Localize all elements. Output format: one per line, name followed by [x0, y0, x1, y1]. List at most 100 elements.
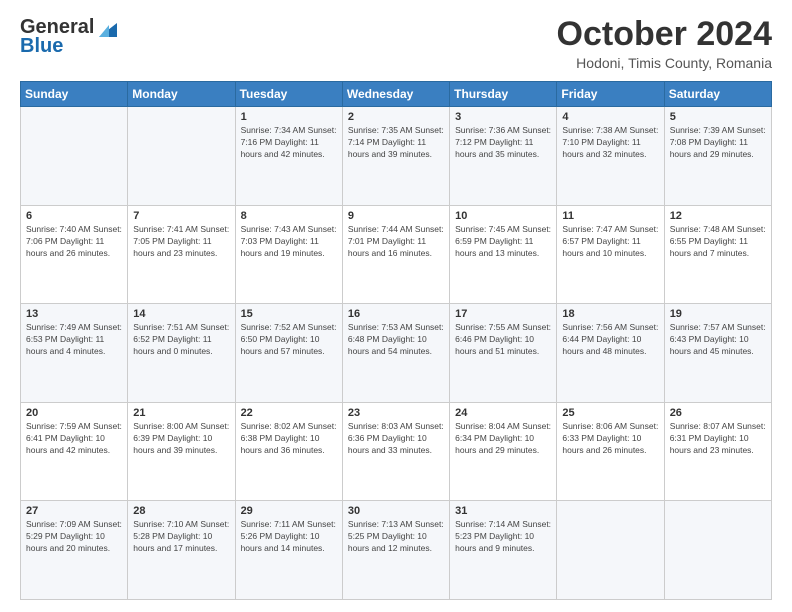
day-number: 25: [562, 407, 658, 419]
calendar-cell: 16 Sunrise: 7:53 AM Sunset: 6:48 PM Dayli…: [342, 304, 449, 403]
header: General Blue October 2024 Hodoni, Timis …: [20, 16, 772, 71]
day-info: Sunrise: 7:41 AM Sunset: 7:05 PM Dayligh…: [133, 224, 229, 260]
day-info: Sunrise: 8:03 AM Sunset: 6:36 PM Dayligh…: [348, 421, 444, 457]
day-info: Sunrise: 7:44 AM Sunset: 7:01 PM Dayligh…: [348, 224, 444, 260]
day-number: 31: [455, 505, 551, 517]
day-info: Sunrise: 7:40 AM Sunset: 7:06 PM Dayligh…: [26, 224, 122, 260]
day-number: 6: [26, 210, 122, 222]
day-number: 3: [455, 111, 551, 123]
calendar-cell: 30 Sunrise: 7:13 AM Sunset: 5:25 PM Dayli…: [342, 501, 449, 600]
calendar-week-5: 27 Sunrise: 7:09 AM Sunset: 5:29 PM Dayli…: [21, 501, 772, 600]
day-number: 4: [562, 111, 658, 123]
day-info: Sunrise: 7:38 AM Sunset: 7:10 PM Dayligh…: [562, 125, 658, 161]
day-info: Sunrise: 7:39 AM Sunset: 7:08 PM Dayligh…: [670, 125, 766, 161]
day-info: Sunrise: 7:52 AM Sunset: 6:50 PM Dayligh…: [241, 322, 337, 358]
day-number: 17: [455, 308, 551, 320]
calendar-cell: 23 Sunrise: 8:03 AM Sunset: 6:36 PM Dayli…: [342, 402, 449, 501]
day-number: 19: [670, 308, 766, 320]
day-number: 27: [26, 505, 122, 517]
day-info: Sunrise: 7:34 AM Sunset: 7:16 PM Dayligh…: [241, 125, 337, 161]
calendar-cell: 7 Sunrise: 7:41 AM Sunset: 7:05 PM Daylig…: [128, 205, 235, 304]
calendar-cell: 15 Sunrise: 7:52 AM Sunset: 6:50 PM Dayli…: [235, 304, 342, 403]
day-number: 5: [670, 111, 766, 123]
day-info: Sunrise: 7:53 AM Sunset: 6:48 PM Dayligh…: [348, 322, 444, 358]
day-number: 20: [26, 407, 122, 419]
day-number: 23: [348, 407, 444, 419]
column-header-thursday: Thursday: [450, 82, 557, 107]
column-header-friday: Friday: [557, 82, 664, 107]
calendar-cell: 3Sunrise: 7:36 AM Sunset: 7:12 PM Daylig…: [450, 107, 557, 206]
day-number: 9: [348, 210, 444, 222]
calendar-week-1: 1 Sunrise: 7:34 AM Sunset: 7:16 PM Daylig…: [21, 107, 772, 206]
calendar-cell: 4 Sunrise: 7:38 AM Sunset: 7:10 PM Daylig…: [557, 107, 664, 206]
title-area: October 2024 Hodoni, Timis County, Roman…: [557, 16, 772, 71]
day-number: 1: [241, 111, 337, 123]
day-info: Sunrise: 8:02 AM Sunset: 6:38 PM Dayligh…: [241, 421, 337, 457]
calendar-cell: 10Sunrise: 7:45 AM Sunset: 6:59 PM Dayli…: [450, 205, 557, 304]
calendar-cell: 26 Sunrise: 8:07 AM Sunset: 6:31 PM Dayli…: [664, 402, 771, 501]
calendar-cell: 22 Sunrise: 8:02 AM Sunset: 6:38 PM Dayli…: [235, 402, 342, 501]
day-info: Sunrise: 7:35 AM Sunset: 7:14 PM Dayligh…: [348, 125, 444, 161]
calendar-table: SundayMondayTuesdayWednesdayThursdayFrid…: [20, 81, 772, 600]
day-number: 18: [562, 308, 658, 320]
day-number: 15: [241, 308, 337, 320]
calendar-cell: 8Sunrise: 7:43 AM Sunset: 7:03 PM Daylig…: [235, 205, 342, 304]
column-header-tuesday: Tuesday: [235, 82, 342, 107]
calendar-cell: 11Sunrise: 7:47 AM Sunset: 6:57 PM Dayli…: [557, 205, 664, 304]
logo-blue: Blue: [20, 35, 63, 58]
day-number: 11: [562, 210, 658, 222]
day-info: Sunrise: 7:56 AM Sunset: 6:44 PM Dayligh…: [562, 322, 658, 358]
day-info: Sunrise: 7:49 AM Sunset: 6:53 PM Dayligh…: [26, 322, 122, 358]
day-info: Sunrise: 7:13 AM Sunset: 5:25 PM Dayligh…: [348, 519, 444, 555]
day-number: 14: [133, 308, 229, 320]
day-number: 30: [348, 505, 444, 517]
calendar-cell: 20 Sunrise: 7:59 AM Sunset: 6:41 PM Dayli…: [21, 402, 128, 501]
page: General Blue October 2024 Hodoni, Timis …: [0, 0, 792, 612]
calendar-cell: 1 Sunrise: 7:34 AM Sunset: 7:16 PM Daylig…: [235, 107, 342, 206]
day-number: 29: [241, 505, 337, 517]
logo-icon: [95, 19, 117, 37]
day-number: 24: [455, 407, 551, 419]
day-info: Sunrise: 7:59 AM Sunset: 6:41 PM Dayligh…: [26, 421, 122, 457]
calendar-cell: 13 Sunrise: 7:49 AM Sunset: 6:53 PM Dayli…: [21, 304, 128, 403]
day-info: Sunrise: 7:11 AM Sunset: 5:26 PM Dayligh…: [241, 519, 337, 555]
calendar-week-4: 20 Sunrise: 7:59 AM Sunset: 6:41 PM Dayli…: [21, 402, 772, 501]
day-number: 12: [670, 210, 766, 222]
calendar-cell: 2 Sunrise: 7:35 AM Sunset: 7:14 PM Daylig…: [342, 107, 449, 206]
calendar-cell: [664, 501, 771, 600]
calendar-cell: 31Sunrise: 7:14 AM Sunset: 5:23 PM Dayli…: [450, 501, 557, 600]
day-number: 21: [133, 407, 229, 419]
day-info: Sunrise: 7:45 AM Sunset: 6:59 PM Dayligh…: [455, 224, 551, 260]
day-info: Sunrise: 7:10 AM Sunset: 5:28 PM Dayligh…: [133, 519, 229, 555]
calendar-cell: 28 Sunrise: 7:10 AM Sunset: 5:28 PM Dayli…: [128, 501, 235, 600]
day-number: 22: [241, 407, 337, 419]
day-number: 7: [133, 210, 229, 222]
calendar-week-2: 6 Sunrise: 7:40 AM Sunset: 7:06 PM Daylig…: [21, 205, 772, 304]
day-number: 26: [670, 407, 766, 419]
day-number: 2: [348, 111, 444, 123]
column-header-sunday: Sunday: [21, 82, 128, 107]
column-header-saturday: Saturday: [664, 82, 771, 107]
day-info: Sunrise: 7:09 AM Sunset: 5:29 PM Dayligh…: [26, 519, 122, 555]
logo: General Blue: [20, 16, 118, 58]
day-info: Sunrise: 7:43 AM Sunset: 7:03 PM Dayligh…: [241, 224, 337, 260]
day-info: Sunrise: 7:55 AM Sunset: 6:46 PM Dayligh…: [455, 322, 551, 358]
calendar-cell: 25Sunrise: 8:06 AM Sunset: 6:33 PM Dayli…: [557, 402, 664, 501]
calendar-cell: 17 Sunrise: 7:55 AM Sunset: 6:46 PM Dayli…: [450, 304, 557, 403]
day-number: 28: [133, 505, 229, 517]
column-header-monday: Monday: [128, 82, 235, 107]
day-info: Sunrise: 8:07 AM Sunset: 6:31 PM Dayligh…: [670, 421, 766, 457]
calendar-cell: 19 Sunrise: 7:57 AM Sunset: 6:43 PM Dayli…: [664, 304, 771, 403]
calendar-cell: 27 Sunrise: 7:09 AM Sunset: 5:29 PM Dayli…: [21, 501, 128, 600]
day-info: Sunrise: 7:48 AM Sunset: 6:55 PM Dayligh…: [670, 224, 766, 260]
day-number: 13: [26, 308, 122, 320]
calendar-cell: [557, 501, 664, 600]
column-header-wednesday: Wednesday: [342, 82, 449, 107]
calendar-cell: 12 Sunrise: 7:48 AM Sunset: 6:55 PM Dayli…: [664, 205, 771, 304]
calendar-header-row: SundayMondayTuesdayWednesdayThursdayFrid…: [21, 82, 772, 107]
calendar-week-3: 13 Sunrise: 7:49 AM Sunset: 6:53 PM Dayli…: [21, 304, 772, 403]
day-info: Sunrise: 8:00 AM Sunset: 6:39 PM Dayligh…: [133, 421, 229, 457]
day-number: 16: [348, 308, 444, 320]
day-info: Sunrise: 7:57 AM Sunset: 6:43 PM Dayligh…: [670, 322, 766, 358]
month-title: October 2024: [557, 16, 772, 53]
